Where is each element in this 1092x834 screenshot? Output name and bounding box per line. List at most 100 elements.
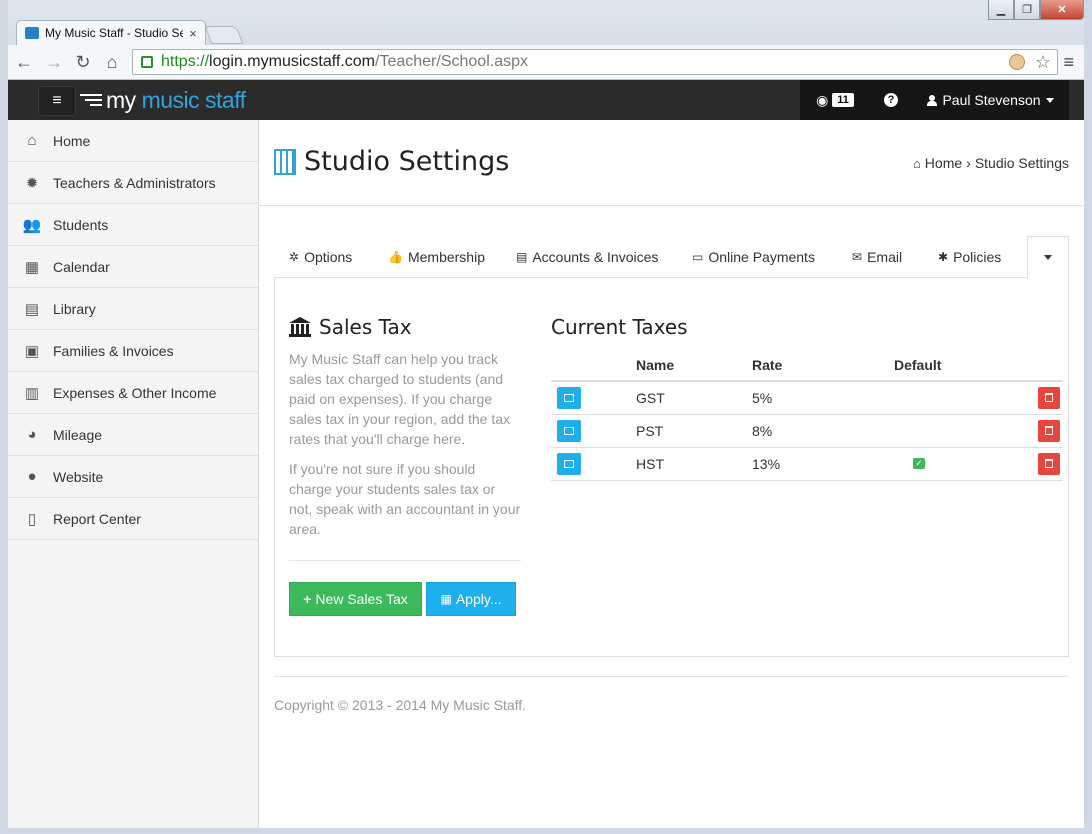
footer-divider <box>274 676 1069 677</box>
column-header-rate: Rate <box>752 349 894 382</box>
sidebar-item-label: Families & Invoices <box>53 342 174 359</box>
tax-rate: 13% <box>752 447 894 481</box>
delete-button[interactable] <box>1038 419 1060 442</box>
tab-label: Options <box>304 249 353 265</box>
column-header-edit <box>551 349 636 382</box>
sales-tax-description: My Music Staff can help you track sales … <box>289 349 521 549</box>
logo-text-accent: music staff <box>141 86 247 113</box>
divider <box>289 560 521 561</box>
favicon-icon <box>25 27 39 39</box>
tax-rate: 8% <box>752 414 894 448</box>
sidebar-item-label: Expenses & Other Income <box>53 384 217 401</box>
maximize-button[interactable]: ❐ <box>1014 0 1040 20</box>
apply-button[interactable]: ▦ Apply... <box>426 582 516 616</box>
sidebar-item-library[interactable]: ▤ Library <box>8 288 258 330</box>
app-navbar: ≡ my music staff ◉ 11 ? Paul Stevenson <box>8 80 1084 120</box>
browser-menu-icon[interactable]: ≡ <box>1063 52 1074 73</box>
url-scheme: https:// <box>161 53 210 70</box>
browser-toolbar: ← → ↻ ⌂ https:// login.mymusicstaff.com … <box>8 45 1084 80</box>
tab-online-payments[interactable]: ▭ Online Payments <box>692 236 815 278</box>
tax-default <box>894 414 969 448</box>
user-menu-button[interactable]: Paul Stevenson <box>912 80 1069 120</box>
credit-card-icon: ▭ <box>692 250 704 264</box>
dashboard-icon: ◕ <box>27 426 37 443</box>
edit-button[interactable] <box>557 452 581 475</box>
sidebar-item-report-center[interactable]: ▯ Report Center <box>8 498 258 540</box>
breadcrumb-home-link[interactable]: Home <box>925 155 962 171</box>
menu-toggle-button[interactable]: ≡ <box>38 86 76 116</box>
tab-options[interactable]: ✲ Options <box>289 236 352 278</box>
edit-button[interactable] <box>557 386 581 409</box>
sidebar-item-teachers[interactable]: ✹ Teachers & Administrators <box>8 162 258 204</box>
tab-email[interactable]: ✉ Email <box>852 236 902 278</box>
minimize-button[interactable]: ▁ <box>988 0 1014 20</box>
app-logo[interactable]: my music staff <box>80 86 246 114</box>
help-button[interactable]: ? <box>870 80 912 120</box>
bookmark-star-icon[interactable]: ☆ <box>1035 52 1051 73</box>
gear-icon: ✹ <box>25 174 39 192</box>
window-close-button[interactable]: ✕ <box>1040 0 1084 20</box>
notifications-button[interactable]: ◉ 11 <box>800 80 870 120</box>
home-browser-icon[interactable]: ⌂ <box>100 51 124 73</box>
plus-icon: + <box>303 591 312 607</box>
envelope-icon: ✉ <box>852 250 863 264</box>
sidebar-item-website[interactable]: ● Website <box>8 456 258 498</box>
window-frame-right <box>1084 0 1092 834</box>
tab-membership[interactable]: 👍 Membership <box>388 236 485 278</box>
sidebar-item-mileage[interactable]: ◕ Mileage <box>8 414 258 456</box>
browser-tab[interactable]: My Music Staff - Studio Se × <box>16 20 206 45</box>
tab-more-dropdown[interactable] <box>1027 236 1069 278</box>
caret-down-icon <box>1044 254 1052 260</box>
sales-tax-heading: Sales Tax <box>289 315 412 339</box>
sidebar-item-expenses[interactable]: ▥ Expenses & Other Income <box>8 372 258 414</box>
edit-button[interactable] <box>557 419 581 442</box>
sidebar: ⌂ Home ✹ Teachers & Administrators 👥 Stu… <box>8 120 259 828</box>
sidebar-item-label: Students <box>53 216 109 233</box>
sidebar-item-label: Home <box>53 132 91 149</box>
sidebar-item-students[interactable]: 👥 Students <box>8 204 258 246</box>
address-bar[interactable]: https:// login.mymusicstaff.com /Teacher… <box>132 49 1058 75</box>
edit-icon <box>564 393 574 402</box>
delete-button[interactable] <box>1038 452 1060 475</box>
sidebar-item-families[interactable]: ▣ Families & Invoices <box>8 330 258 372</box>
sales-tax-desc-2: If you're not sure if you should charge … <box>289 461 521 537</box>
url-path: /Teacher/School.aspx <box>375 53 528 70</box>
sidebar-item-home[interactable]: ⌂ Home <box>8 120 258 162</box>
logo-text-prefix: my <box>106 86 142 113</box>
column-header-name: Name <box>636 349 752 382</box>
new-tab-button[interactable] <box>204 26 244 44</box>
breadcrumb: ⌂ Home › Studio Settings <box>913 155 1069 171</box>
table-row: GST 5% <box>551 381 1063 415</box>
main-content: Studio Settings ⌂ Home › Studio Settings… <box>259 120 1084 828</box>
new-sales-tax-button[interactable]: + New Sales Tax <box>289 582 422 616</box>
breadcrumb-current: Studio Settings <box>974 155 1069 171</box>
tax-name: PST <box>636 414 752 448</box>
trash-icon <box>1045 459 1053 468</box>
tab-accounts-invoices[interactable]: ▤ Accounts & Invoices <box>516 236 658 278</box>
delete-button[interactable] <box>1038 386 1060 409</box>
building-icon <box>274 149 296 175</box>
tab-label: Email <box>867 249 903 265</box>
logo-text: my music staff <box>106 87 246 114</box>
extension-icon[interactable] <box>1009 54 1025 70</box>
default-check-icon: ✓ <box>913 458 925 469</box>
browser-tab-title: My Music Staff - Studio Se <box>45 26 183 40</box>
sidebar-item-label: Library <box>53 300 96 317</box>
book-icon: ▤ <box>24 300 40 318</box>
tab-policies[interactable]: ✱ Policies <box>938 236 1001 278</box>
tab-label: Policies <box>953 249 1002 265</box>
page-header: Studio Settings ⌂ Home › Studio Settings <box>259 120 1084 206</box>
home-icon: ⌂ <box>912 155 921 171</box>
back-arrow-icon[interactable]: ← <box>12 51 36 73</box>
document-icon: ▯ <box>27 510 37 528</box>
caret-down-icon <box>1045 97 1054 103</box>
reload-icon[interactable]: ↻ <box>71 51 95 73</box>
home-icon: ⌂ <box>27 132 37 149</box>
tab-close-icon[interactable]: × <box>187 26 199 41</box>
tax-name: GST <box>636 381 752 415</box>
table-row: HST 13% ✓ <box>551 447 1063 481</box>
window-frame-bottom <box>0 828 1092 834</box>
sidebar-item-calendar[interactable]: ▦ Calendar <box>8 246 258 288</box>
forward-arrow-icon[interactable]: → <box>42 51 66 73</box>
sidebar-item-label: Website <box>53 468 104 485</box>
